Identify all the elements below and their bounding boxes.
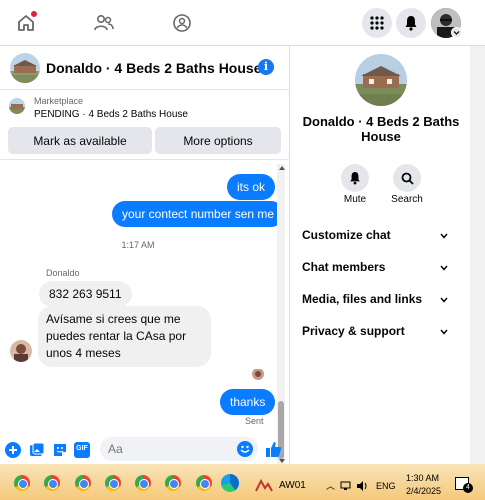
listing-thumbnail[interactable] — [10, 53, 40, 83]
section-privacy-support[interactable]: Privacy & support — [302, 324, 462, 338]
section-label: Customize chat — [302, 228, 391, 242]
page-scrollbar[interactable] — [470, 46, 485, 464]
chevron-down-icon[interactable] — [439, 263, 449, 273]
volume-speaker-icon[interactable] — [356, 479, 368, 497]
section-label: Privacy & support — [302, 324, 405, 338]
chevron-down-icon[interactable] — [439, 327, 449, 337]
notification-dot — [30, 10, 38, 18]
conversation-details-panel: Donaldo · 4 Beds 2 Baths House Mute Sear… — [291, 46, 470, 464]
marketplace-label: Marketplace — [34, 96, 84, 106]
section-label: Chat members — [302, 260, 386, 274]
account-chevron-down-icon[interactable] — [451, 27, 462, 38]
clock-date[interactable]: 2/4/2025 — [406, 486, 441, 496]
sender-name: Donaldo — [46, 268, 80, 278]
chat-header: Donaldo · 4 Beds 2 Baths House i — [0, 46, 290, 90]
time-separator: 1:17 AM — [121, 240, 155, 250]
show-hidden-icons-chevron-icon[interactable]: ︿ — [326, 479, 335, 492]
photo-icon[interactable] — [29, 442, 45, 458]
chrome-app-icon[interactable] — [165, 475, 181, 491]
section-chat-members[interactable]: Chat members — [302, 260, 462, 274]
mark-as-available-button[interactable]: Mark as available — [8, 127, 152, 154]
scroll-down-arrow-icon[interactable] — [279, 459, 285, 463]
chrome-app-icon[interactable] — [196, 475, 212, 491]
chrome-app-icon[interactable] — [75, 475, 91, 491]
message-bubble-received: 832 263 9511 — [39, 281, 132, 307]
menu-grid-icon[interactable] — [362, 8, 392, 38]
sent-status: Sent — [245, 416, 264, 426]
marketplace-item-thumbnail — [9, 98, 25, 114]
network-icon[interactable] — [340, 479, 352, 497]
section-media-files-links[interactable]: Media, files and links — [302, 292, 462, 306]
language-indicator[interactable]: ENG — [376, 481, 396, 491]
chrome-app-icon[interactable] — [135, 475, 151, 491]
sender-avatar[interactable] — [10, 340, 32, 362]
add-plus-icon[interactable] — [5, 442, 21, 458]
section-label: Media, files and links — [302, 292, 423, 306]
emoji-icon[interactable] — [237, 441, 253, 457]
conversation-title: Donaldo · 4 Beds 2 Baths House — [302, 114, 460, 144]
edge-app-icon[interactable] — [221, 474, 239, 492]
section-customize-chat[interactable]: Customize chat — [302, 228, 462, 242]
more-options-button[interactable]: More options — [155, 127, 281, 154]
sticker-icon[interactable] — [52, 442, 68, 458]
message-bubble-sent: its ok — [227, 174, 276, 200]
chat-panel: Donaldo · 4 Beds 2 Baths House i Marketp… — [0, 46, 290, 464]
taskbar-app-label[interactable]: AW01 — [279, 480, 306, 491]
read-receipt-avatar — [252, 368, 264, 380]
mute-label: Mute — [343, 194, 367, 205]
search-icon[interactable] — [393, 164, 421, 192]
chrome-app-icon[interactable] — [105, 475, 121, 491]
notifications-bell-icon[interactable] — [396, 8, 426, 38]
top-navigation-bar — [0, 0, 485, 46]
chevron-down-icon[interactable] — [439, 295, 449, 305]
app-activity-icon[interactable] — [255, 476, 273, 497]
message-bubble-sent: thanks — [220, 389, 276, 415]
gif-icon[interactable]: GIF — [74, 442, 90, 458]
marketplace-banner: Marketplace PENDING · 4 Beds 2 Baths Hou… — [0, 90, 290, 160]
search-label: Search — [391, 194, 423, 205]
notification-count-badge: 4 — [463, 483, 473, 493]
message-bubble-received: Avísame si crees que me puedes rentar la… — [38, 306, 211, 367]
message-bubble-sent: your contect number sen me — [112, 201, 285, 227]
friends-icon[interactable] — [90, 9, 118, 37]
groups-icon[interactable] — [168, 9, 196, 37]
chat-title[interactable]: Donaldo · 4 Beds 2 Baths House — [46, 60, 261, 76]
message-input[interactable] — [100, 437, 258, 461]
like-thumbs-up-icon[interactable] — [265, 440, 282, 457]
clock-time[interactable]: 1:30 AM — [406, 473, 439, 483]
scroll-up-arrow-icon[interactable] — [279, 166, 285, 170]
info-icon[interactable]: i — [258, 59, 274, 75]
chrome-app-icon[interactable] — [14, 475, 30, 491]
chevron-down-icon[interactable] — [439, 231, 449, 241]
chrome-app-icon[interactable] — [44, 475, 60, 491]
listing-status: PENDING · 4 Beds 2 Baths House — [34, 109, 188, 120]
mute-bell-icon[interactable] — [341, 164, 369, 192]
listing-photo[interactable] — [355, 54, 407, 106]
gif-icon-label: GIF — [76, 445, 88, 452]
